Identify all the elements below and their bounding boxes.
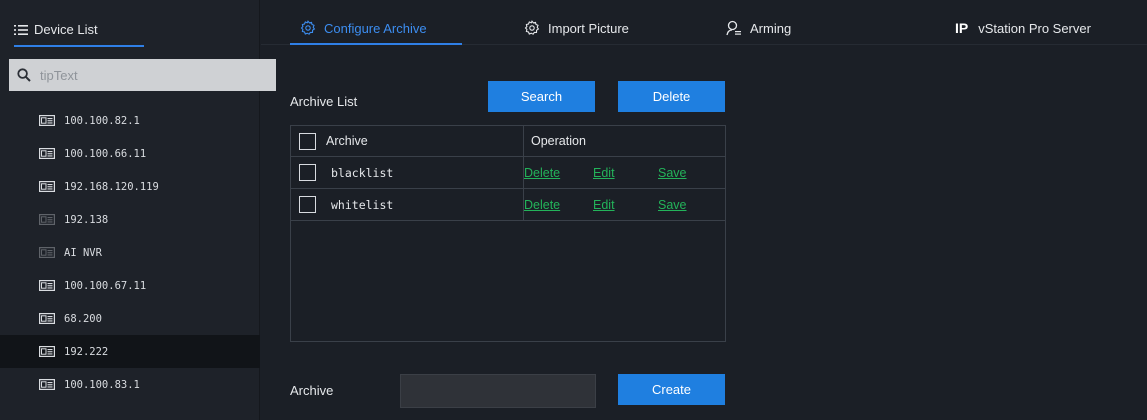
device-label: 68.200 <box>64 312 102 325</box>
archive-list-label: Archive List <box>290 94 358 109</box>
device-label: 192.138 <box>64 213 109 226</box>
table-body: blacklist Delete Edit Save whitelist Delete Ed… <box>291 157 725 221</box>
device-list: 100.100.82.1 100.100.66.11 192.168.120.119… <box>0 104 260 401</box>
archive-name: blacklist <box>331 165 394 180</box>
active-tab-underline <box>290 43 462 45</box>
device-icon <box>39 313 55 324</box>
device-icon <box>39 115 55 126</box>
row-checkbox[interactable] <box>299 196 316 213</box>
configure-archive-panel: Archive List Search Delete Archive Opera… <box>261 46 1147 420</box>
device-item[interactable]: 100.100.67.11 <box>0 269 260 302</box>
tab-configure-archive[interactable]: Configure Archive <box>300 20 427 36</box>
column-header-archive: Archive <box>326 134 368 148</box>
delete-link[interactable]: Delete <box>524 198 560 212</box>
edit-link[interactable]: Edit <box>593 198 615 212</box>
top-tab-bar: Configure Archive Import Picture Arming … <box>261 0 1147 45</box>
device-label: 100.100.67.11 <box>64 279 147 292</box>
device-icon <box>39 148 55 159</box>
device-icon <box>39 181 55 192</box>
archive-name-label: Archive <box>290 383 334 398</box>
table-header: Archive Operation <box>291 126 725 157</box>
person-list-icon <box>726 20 741 36</box>
create-button[interactable]: Create <box>618 374 725 405</box>
list-icon <box>14 24 28 35</box>
device-icon <box>39 247 55 258</box>
tab-vstation-pro-server[interactable]: IP vStation Pro Server <box>955 20 1091 36</box>
table-row: whitelist Delete Edit Save <box>291 189 725 221</box>
device-item[interactable]: 100.100.83.1 <box>0 368 260 401</box>
device-icon <box>39 280 55 291</box>
delete-button[interactable]: Delete <box>618 81 725 112</box>
device-list-title: Device List <box>34 22 98 37</box>
delete-link[interactable]: Delete <box>524 166 560 180</box>
device-search-input[interactable] <box>40 67 240 83</box>
device-label: 100.100.82.1 <box>64 114 140 127</box>
device-list-tab[interactable]: Device List <box>14 22 98 37</box>
device-item[interactable]: 68.200 <box>0 302 260 335</box>
device-label: 192.168.120.119 <box>64 180 159 193</box>
select-all-checkbox[interactable] <box>299 132 316 150</box>
device-item[interactable]: 100.100.66.11 <box>0 137 260 170</box>
tab-import-picture[interactable]: Import Picture <box>524 20 629 36</box>
device-search-box <box>9 59 276 91</box>
edit-link[interactable]: Edit <box>593 166 615 180</box>
device-icon <box>39 346 55 357</box>
save-link[interactable]: Save <box>658 198 687 212</box>
device-icon <box>39 379 55 390</box>
tab-label: Configure Archive <box>324 20 427 36</box>
row-checkbox[interactable] <box>299 164 316 181</box>
device-label: 100.100.66.11 <box>64 147 147 160</box>
archive-name: whitelist <box>331 197 394 212</box>
device-item[interactable]: AI NVR <box>0 236 260 269</box>
settings-icon <box>300 20 316 35</box>
device-icon <box>39 214 55 225</box>
archive-table: Archive Operation blacklist Delete Edit Sav… <box>290 125 726 342</box>
device-item[interactable]: 192.138 <box>0 203 260 236</box>
save-link[interactable]: Save <box>658 166 687 180</box>
search-button[interactable]: Search <box>488 81 595 112</box>
column-divider <box>523 126 524 157</box>
tab-arming[interactable]: Arming <box>726 20 791 36</box>
archive-name-input[interactable] <box>400 374 596 408</box>
device-label: 192.222 <box>64 345 109 358</box>
sidebar-header: Device List <box>0 0 259 47</box>
settings-icon <box>524 20 540 35</box>
device-item[interactable]: 100.100.82.1 <box>0 104 260 137</box>
device-sidebar: Device List 100.100.82.1 100.100.66.11 192… <box>0 0 276 420</box>
device-item[interactable]: 192.168.120.119 <box>0 170 260 203</box>
device-label: AI NVR <box>64 246 102 259</box>
column-header-operation: Operation <box>531 134 586 148</box>
tab-label: Import Picture <box>548 20 629 36</box>
search-icon <box>17 68 31 82</box>
tab-label: vStation Pro Server <box>978 20 1091 36</box>
active-underline <box>14 45 144 47</box>
tab-label: Arming <box>750 20 792 36</box>
table-row: blacklist Delete Edit Save <box>291 157 725 189</box>
device-item[interactable]: 192.222 <box>0 335 260 368</box>
ip-icon: IP <box>955 20 969 36</box>
device-label: 100.100.83.1 <box>64 378 140 391</box>
